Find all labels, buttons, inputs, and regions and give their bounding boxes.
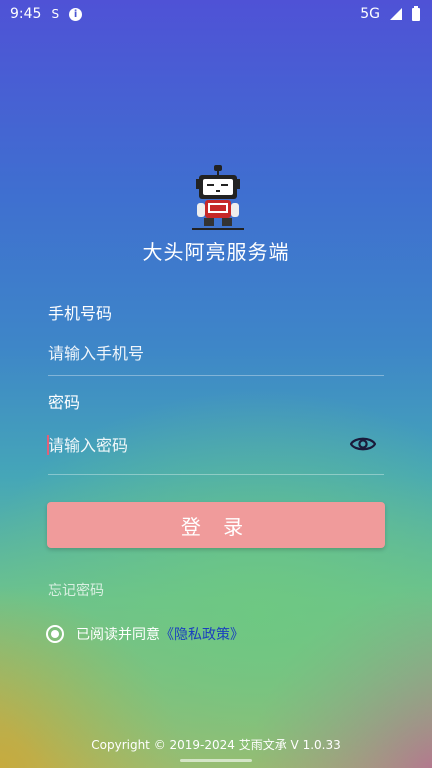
radio-dot [51,630,59,638]
info-icon: i [69,7,83,21]
privacy-policy-link[interactable]: 《隐私政策》 [160,627,244,643]
phone-input[interactable] [48,333,384,373]
agree-row: 已阅读并同意《隐私政策》 [46,624,244,644]
battery-icon [412,5,420,21]
status-bar: 9:45 S i 5G [0,0,432,28]
copyright-text: Copyright © 2019-2024 艾雨文承 V 1.0.33 [91,738,341,752]
robot-mascot-icon [192,165,244,230]
password-label: 密码 [48,393,81,412]
password-underline [48,474,384,475]
forgot-password-link[interactable]: 忘记密码 [48,580,104,600]
network-label: 5G [360,6,380,22]
eye-icon[interactable] [350,434,376,454]
agree-radio[interactable] [46,625,64,643]
home-indicator[interactable] [180,759,252,762]
status-right: 5G [360,5,420,22]
signal-icon [390,8,402,20]
phone-underline [48,375,384,376]
status-time: 9:45 [10,6,42,22]
text-cursor [47,435,49,455]
login-button[interactable]: 登 录 [47,502,385,548]
password-input[interactable] [48,425,384,465]
sim-icon: S [51,7,60,21]
agree-text: 已阅读并同意 [76,627,160,643]
status-left: 9:45 S i [10,6,83,22]
phone-label: 手机号码 [48,304,113,323]
app-title: 大头阿亮服务端 [142,240,290,264]
